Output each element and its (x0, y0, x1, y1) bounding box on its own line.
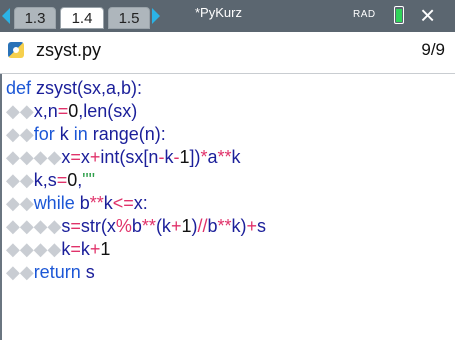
file-name: zsyst.py (36, 40, 102, 60)
battery-icon (394, 6, 404, 24)
code-line[interactable]: def zsyst(sx,a,b): (6, 78, 142, 99)
code-editor[interactable]: def zsyst(sx,a,b): ◆◆x,n=0,len(sx) ◆◆for… (0, 74, 455, 340)
code-line[interactable]: ◆◆for k in range(n): (6, 124, 166, 145)
code-line[interactable]: ◆◆while b**k<=x: (6, 193, 148, 214)
angle-mode-indicator: RAD (353, 9, 376, 20)
tab-1-5[interactable]: 1.5 (108, 7, 150, 29)
code-line[interactable]: ◆◆◆◆s=str(x%b**(k+1)//b**k)+s (6, 216, 266, 237)
code-line[interactable]: ◆◆return s (6, 262, 95, 283)
code-line[interactable]: ◆◆x,n=0,len(sx) (6, 101, 137, 122)
previous-page-arrow-icon[interactable] (2, 8, 10, 24)
code-line[interactable]: ◆◆k,s=0,"" (6, 170, 95, 191)
line-position: 9/9 (421, 40, 445, 59)
code-line[interactable]: ◆◆◆◆k=k+1 (6, 239, 110, 260)
tab-1-3[interactable]: 1.3 (14, 7, 56, 29)
tab-1-4[interactable]: 1.4 (60, 7, 104, 29)
document-title: *PyKurz (195, 5, 242, 20)
next-page-arrow-icon[interactable] (152, 8, 160, 24)
title-bar: 1.3 1.4 1.5 *PyKurz RAD × (0, 0, 455, 32)
python-file-icon (8, 42, 24, 58)
close-icon[interactable]: × (420, 0, 435, 30)
file-header: zsyst.py 9/9 (0, 32, 455, 74)
code-line[interactable]: ◆◆◆◆x=x+int(sx[n-k-1])*a**k (6, 147, 241, 168)
